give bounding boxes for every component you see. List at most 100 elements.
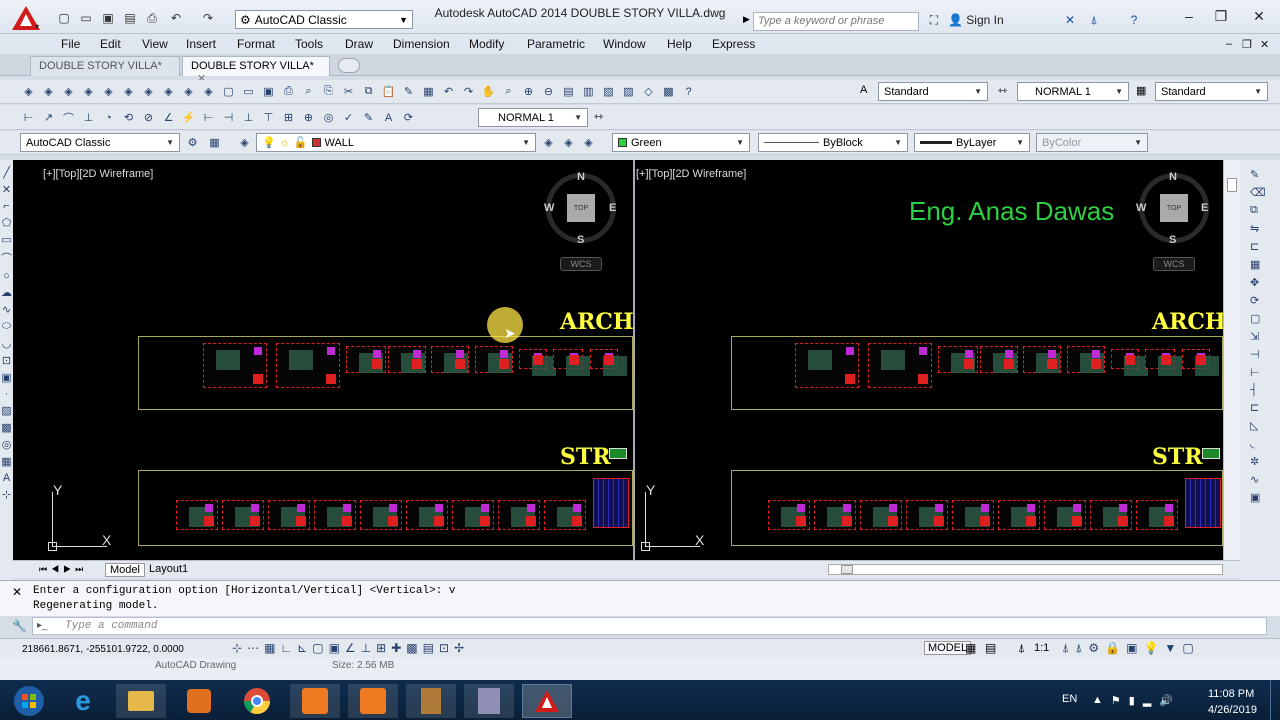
mirror-icon[interactable]: ⇋ xyxy=(1250,222,1280,235)
blend-icon[interactable]: ∿ xyxy=(1250,473,1280,486)
extend-icon[interactable]: ⊢ xyxy=(1250,366,1280,379)
join-icon[interactable]: ⊏ xyxy=(1250,401,1280,414)
show-hidden-icons[interactable]: ▲ xyxy=(1092,694,1103,707)
chamfer-icon[interactable]: ◺ xyxy=(1250,419,1280,432)
grid-icon[interactable]: ▦ xyxy=(264,641,275,655)
doc-close-button[interactable]: ✕ xyxy=(1260,38,1269,51)
menu-view[interactable]: View xyxy=(142,37,168,51)
ducs-icon[interactable]: ⊥ xyxy=(361,641,371,655)
wrench-icon[interactable]: 🔧 xyxy=(12,619,27,633)
tool-palette-icon[interactable]: ▧ xyxy=(600,83,617,100)
calculator-icon[interactable]: ▩ xyxy=(660,83,677,100)
tab-layout1[interactable]: Layout1 xyxy=(149,563,188,575)
exchange-icon[interactable]: ✕ xyxy=(1062,12,1078,28)
table-icon[interactable]: ▦ xyxy=(1,455,11,468)
transparency-icon[interactable]: ▩ xyxy=(406,641,417,655)
text-style-select[interactable]: Standard ▼ xyxy=(878,82,988,101)
undo-icon[interactable]: ↶ xyxy=(440,83,457,100)
layer-icon[interactable]: ◈ xyxy=(40,83,57,100)
match-icon[interactable]: ✎ xyxy=(400,83,417,100)
revcloud-icon[interactable]: ☁ xyxy=(1,286,12,299)
autodesk-360-icon[interactable]: ⍋ xyxy=(1086,12,1102,28)
volume-icon[interactable]: 🔊 xyxy=(1159,694,1173,707)
ellipse-icon[interactable]: ⬭ xyxy=(2,320,11,333)
linear-dim-icon[interactable]: ⊢ xyxy=(20,109,37,126)
gear-icon[interactable]: ⚙ xyxy=(184,134,201,151)
tab-model[interactable]: Model xyxy=(105,563,145,577)
help-icon[interactable]: ? xyxy=(1126,12,1142,28)
rotate-icon[interactable]: ⟳ xyxy=(1250,294,1280,307)
stretch-icon[interactable]: ⇲ xyxy=(1250,330,1280,343)
insert-block-icon[interactable]: ⊡ xyxy=(2,354,11,367)
help-icon[interactable]: ? xyxy=(680,83,697,100)
search-input[interactable]: Type a keyword or phrase xyxy=(753,12,919,31)
am-icon[interactable]: ✢ xyxy=(454,641,464,655)
scale-icon[interactable]: ▢ xyxy=(1250,312,1280,325)
array-icon[interactable]: ▦ xyxy=(1250,258,1280,271)
preview-icon[interactable]: ⌕ xyxy=(300,83,317,100)
point-icon[interactable]: · xyxy=(5,388,9,400)
hardware-icon[interactable]: ▣ xyxy=(1126,641,1137,656)
sc-icon[interactable]: ⊡ xyxy=(439,641,449,655)
aligned-dim-icon[interactable]: ↗ xyxy=(40,109,57,126)
chrome-icon[interactable] xyxy=(232,684,282,718)
redo-icon[interactable]: ↷ xyxy=(200,10,216,26)
undo-icon[interactable]: ↶ xyxy=(168,10,184,26)
offset-icon[interactable]: ⊏ xyxy=(1250,240,1280,253)
wcs-menu[interactable]: WCS xyxy=(560,257,602,271)
menu-file[interactable]: File xyxy=(61,37,80,51)
internet-explorer-icon[interactable]: e xyxy=(58,684,108,718)
workspace-switch-icon[interactable]: ⚙ xyxy=(1088,641,1099,656)
menu-insert[interactable]: Insert xyxy=(186,37,216,51)
jogged-icon[interactable]: ⟲ xyxy=(120,109,137,126)
file-tab-2[interactable]: DOUBLE STORY VILLA* ✕ xyxy=(182,56,330,85)
copy-icon[interactable]: ⧉ xyxy=(1250,204,1280,217)
menu-window[interactable]: Window xyxy=(603,37,646,51)
annotation-visibility-icon[interactable]: ⍋ xyxy=(1062,641,1069,656)
archive-app-icon[interactable] xyxy=(406,684,456,718)
save-icon[interactable]: ▣ xyxy=(100,10,116,26)
layer-icon[interactable]: ◈ xyxy=(200,83,217,100)
move-icon[interactable]: ✥ xyxy=(1250,276,1280,289)
center-mark-icon[interactable]: ⊕ xyxy=(300,109,317,126)
viewport-controls-label[interactable]: [+][Top][2D Wireframe] xyxy=(636,168,746,180)
status-menu-icon[interactable]: ▼ xyxy=(1164,641,1176,656)
command-input[interactable]: ▸_ Type a command xyxy=(32,617,1267,635)
layer-icon[interactable]: ◈ xyxy=(60,83,77,100)
file-tab-1[interactable]: DOUBLE STORY VILLA* xyxy=(30,56,180,76)
menu-format[interactable]: Format xyxy=(237,37,275,51)
layer-icon[interactable]: ◈ xyxy=(120,83,137,100)
polygon-icon[interactable]: ⬠ xyxy=(2,216,12,229)
viewport-controls-label[interactable]: [+][Top][2D Wireframe] xyxy=(43,168,153,180)
diameter-icon[interactable]: ⊘ xyxy=(140,109,157,126)
sign-in-button[interactable]: 👤 Sign In xyxy=(948,13,1004,27)
polar-icon[interactable]: ⊾ xyxy=(297,641,307,655)
color-select[interactable]: Green ▼ xyxy=(612,133,750,152)
jogged-linear-icon[interactable]: ✓ xyxy=(340,109,357,126)
menu-parametric[interactable]: Parametric xyxy=(527,37,585,51)
pan-icon[interactable]: ✋ xyxy=(480,83,497,100)
close-button[interactable]: ✕ xyxy=(1244,6,1274,26)
layer-icon[interactable]: ◈ xyxy=(20,83,37,100)
flag-icon[interactable]: ⚑ xyxy=(1111,694,1121,707)
dyn-icon[interactable]: ⊞ xyxy=(376,641,386,655)
new-icon[interactable]: ▢ xyxy=(220,83,237,100)
qp-icon[interactable]: ▤ xyxy=(423,641,434,655)
region-icon[interactable]: ◎ xyxy=(2,438,12,451)
ellipse-arc-icon[interactable]: ◡ xyxy=(2,337,12,350)
save-as-icon[interactable]: ▤ xyxy=(122,10,138,26)
polyline-icon[interactable]: ⌐ xyxy=(3,200,9,212)
menu-draw[interactable]: Draw xyxy=(345,37,373,51)
restore-button[interactable]: ❐ xyxy=(1208,6,1234,26)
break-icon[interactable]: ⊤ xyxy=(260,109,277,126)
tab-navigation-arrows[interactable]: ⏮◀▶⏭ xyxy=(39,564,87,575)
file-explorer-icon[interactable] xyxy=(116,684,166,718)
save-icon[interactable]: ▣ xyxy=(260,83,277,100)
menu-modify[interactable]: Modify xyxy=(469,37,504,51)
layer-icon[interactable]: ◈ xyxy=(80,83,97,100)
network-icon[interactable]: ▮ xyxy=(1129,694,1135,707)
autocad-app-icon[interactable]: ▾ xyxy=(6,4,46,32)
design-center-icon[interactable]: ▥ xyxy=(580,83,597,100)
clock-date[interactable]: 4/26/2019 xyxy=(1208,704,1257,716)
clean-screen-icon[interactable]: ▢ xyxy=(1182,641,1193,656)
